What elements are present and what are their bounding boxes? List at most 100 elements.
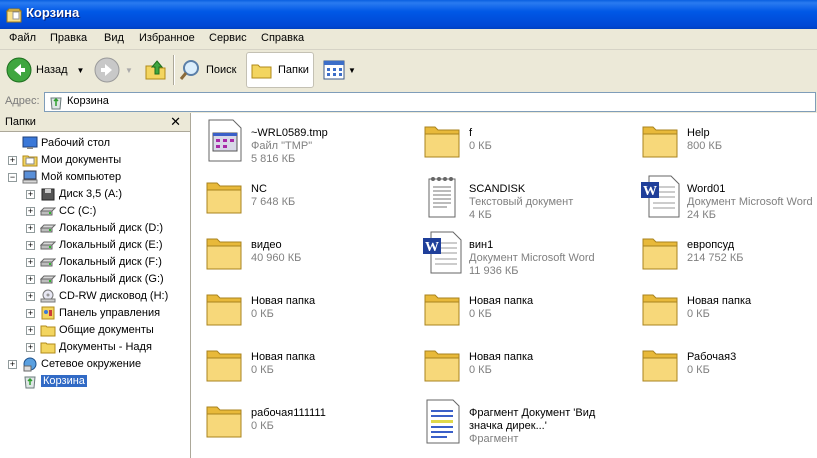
views-button[interactable]: ▼ (322, 53, 358, 87)
folder-item[interactable]: Новая папка 0 КБ (201, 285, 411, 341)
folder-icon (424, 350, 460, 382)
expand-icon[interactable]: + (26, 241, 35, 250)
tree-item-label: Панель управления (59, 307, 161, 319)
item-detail: 0 КБ (251, 364, 274, 376)
tree-item[interactable]: + Локальный диск (G:) (22, 271, 185, 288)
close-icon[interactable]: ✕ (170, 114, 181, 130)
tree-item[interactable]: + CD-RW дисковод (H:) (22, 288, 185, 305)
folder-icon (424, 294, 460, 326)
tree-item[interactable]: + Документы - Надя (22, 339, 185, 356)
up-button[interactable] (143, 53, 171, 87)
folder-up-icon (145, 60, 166, 80)
expand-icon[interactable]: + (26, 207, 35, 216)
expand-icon[interactable]: + (26, 292, 35, 301)
tree-item-label: CD-RW дисковод (H:) (59, 290, 169, 302)
tree-item[interactable]: − Мой компьютер (4, 169, 185, 186)
drive-icon (40, 275, 56, 284)
tree-item[interactable]: Корзина (4, 373, 185, 390)
folder-icon (206, 182, 242, 214)
tree-item[interactable]: + Сетевое окружение (4, 356, 185, 373)
file-list: ~WRL0589.tmp Файл "TMP" 5 816 КБ f 0 КБ Help 8… (191, 113, 817, 458)
menu-bar: Файл Правка Вид Избранное Сервис Справка (0, 29, 817, 50)
folder-icon (642, 126, 678, 158)
folder-item[interactable]: Help 800 КБ (637, 117, 817, 173)
item-detail: Текстовый документ (469, 196, 574, 208)
expand-icon[interactable]: + (26, 326, 35, 335)
expand-icon[interactable]: + (26, 190, 35, 199)
tree-item[interactable]: + Локальный диск (E:) (22, 237, 185, 254)
item-detail: 40 960 КБ (251, 252, 302, 264)
expand-icon[interactable]: + (26, 258, 35, 267)
drive-icon (40, 258, 56, 267)
address-field[interactable]: Корзина (44, 92, 816, 112)
item-name: рабочая111111 (251, 407, 326, 419)
folder-icon (642, 350, 678, 382)
item-name: Новая папка (687, 295, 752, 307)
expand-icon[interactable]: + (26, 343, 35, 352)
menu-tools[interactable]: Сервис (209, 32, 247, 44)
tree-item[interactable]: + CC (C:) (22, 203, 185, 220)
title-bar[interactable]: Корзина (0, 0, 817, 29)
item-detail: 0 КБ (469, 140, 492, 152)
tree-item[interactable]: + Локальный диск (F:) (22, 254, 185, 271)
file-item[interactable]: SCANDISK Текстовый документ 4 КБ (419, 173, 629, 229)
item-detail: 7 648 КБ (251, 196, 296, 208)
my-documents-icon (22, 155, 38, 167)
forward-dropdown-icon[interactable]: ▼ (125, 66, 133, 75)
expand-icon[interactable]: + (26, 224, 35, 233)
item-detail: 0 КБ (251, 308, 274, 320)
folder-item[interactable]: Новая папка 0 КБ (637, 285, 817, 341)
folder-icon (424, 126, 460, 158)
menu-view[interactable]: Вид (104, 32, 124, 44)
folder-icon (642, 294, 678, 326)
item-size: 5 816 КБ (251, 153, 296, 165)
folder-item[interactable]: рабочая111111 0 КБ (201, 397, 411, 453)
item-name: Новая папка (251, 351, 316, 363)
item-name: f (469, 127, 473, 139)
item-name: NC (251, 183, 267, 195)
file-item[interactable]: Фрагмент Документ 'Вид значка дирек...' Фр… (419, 397, 629, 453)
collapse-icon[interactable]: − (8, 173, 17, 182)
tree-item[interactable]: + Мои документы (4, 152, 185, 169)
item-name: Фрагмент Документ 'Вид (469, 407, 596, 419)
expand-icon[interactable]: + (8, 156, 17, 165)
expand-icon[interactable]: + (26, 309, 35, 318)
file-item[interactable]: ~WRL0589.tmp Файл "TMP" 5 816 КБ (201, 117, 411, 173)
expand-icon[interactable]: + (26, 275, 35, 284)
folder-item[interactable]: NC 7 648 КБ (201, 173, 411, 229)
tree-item[interactable]: Рабочий стол (4, 135, 185, 152)
menu-file[interactable]: Файл (9, 32, 36, 44)
text-document-icon (428, 177, 456, 218)
tree-item-label: CC (C:) (59, 205, 97, 217)
menu-favorites[interactable]: Избранное (139, 32, 195, 44)
back-button[interactable]: Назад ▼ (6, 53, 91, 87)
folder-item[interactable]: видео 40 960 КБ (201, 229, 411, 285)
folder-item[interactable]: f0 КБ (419, 117, 629, 173)
item-detail: 0 КБ (687, 308, 710, 320)
tree-item-label: Сетевое окружение (41, 358, 142, 370)
tree-item[interactable]: + Диск 3,5 (A:) (22, 186, 185, 203)
expand-icon[interactable]: + (8, 360, 17, 369)
folder-item[interactable]: европсуд 214 752 КБ (637, 229, 817, 285)
file-item[interactable]: W Word01 Документ Microsoft Word 24 КБ (637, 173, 817, 229)
menu-edit[interactable]: Правка (50, 32, 87, 44)
file-item[interactable]: Wвин1 Документ Microsoft Word 11 936 КБ (419, 229, 629, 285)
item-name: вин1 (469, 239, 494, 251)
folder-item[interactable]: Новая папка 0 КБ (201, 341, 411, 397)
folder-item[interactable]: Рабочая3 0 КБ (637, 341, 817, 397)
back-dropdown-icon[interactable]: ▼ (77, 66, 85, 75)
tree-item[interactable]: + Локальный диск (D:) (22, 220, 185, 237)
folder-item[interactable]: Новая папка 0 КБ (419, 341, 629, 397)
search-button[interactable]: Поиск (178, 53, 242, 87)
tree-item-label: Локальный диск (E:) (59, 239, 163, 251)
forward-button[interactable]: ▼ (94, 53, 136, 87)
tree-item-label: Локальный диск (F:) (59, 256, 162, 268)
folders-button[interactable]: Папки (246, 52, 314, 88)
address-label: Адрес: (5, 95, 40, 107)
tree-item-label: Локальный диск (D:) (59, 222, 164, 234)
tree-item[interactable]: + Панель управления (22, 305, 185, 322)
recycle-bin-icon (5, 8, 23, 23)
tree-item[interactable]: + Общие документы (22, 322, 185, 339)
folder-item[interactable]: Новая папка 0 КБ (419, 285, 629, 341)
menu-help[interactable]: Справка (261, 32, 304, 44)
